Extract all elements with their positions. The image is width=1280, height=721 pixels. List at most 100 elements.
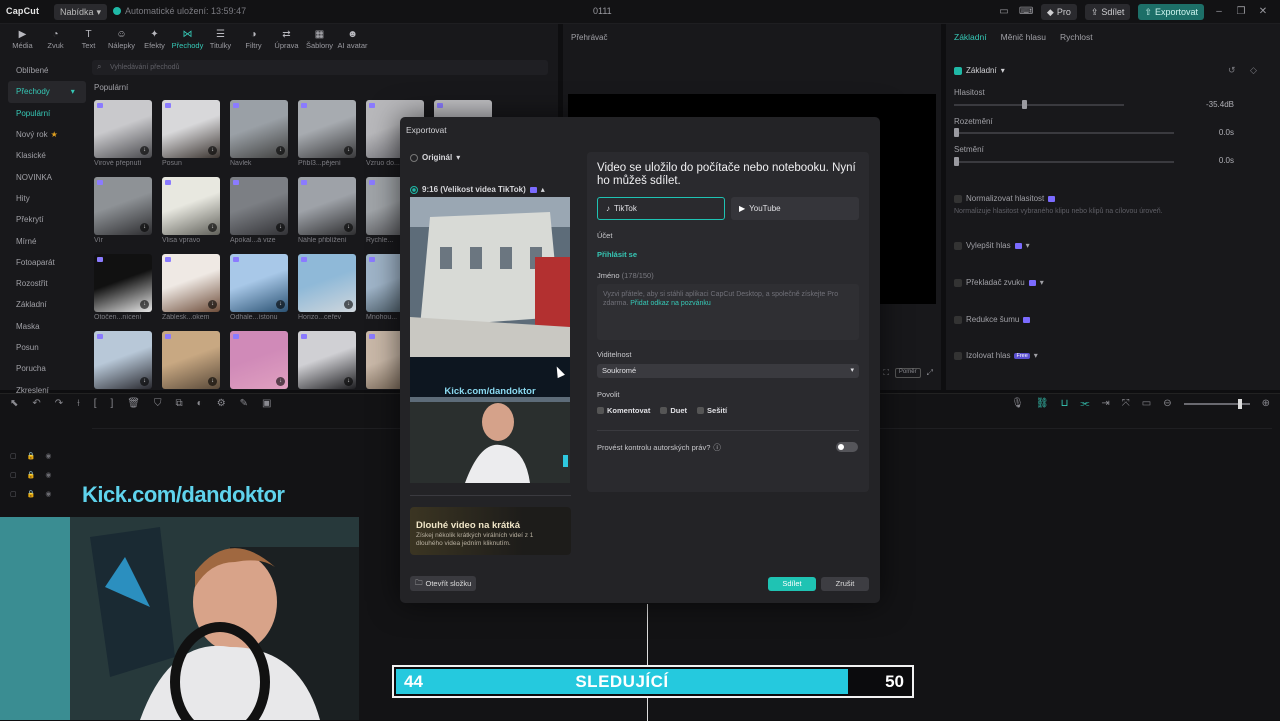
share-button[interactable]: Sdílet [768,577,816,591]
volume-knob[interactable] [1022,100,1027,109]
transition-item[interactable]: ↓ [162,331,220,390]
freeze-icon[interactable]: ▣ [262,398,271,409]
microphone-icon[interactable]: 🎙 [1011,398,1024,409]
allow-comment[interactable]: Komentovat [597,406,650,415]
option-original[interactable]: Originál ▾ [410,153,460,162]
ratio-button[interactable]: Poměr [894,368,921,378]
transition-thumbnail[interactable]: ↓ [298,331,356,389]
isolate-row[interactable]: Izolovat hlas Free ▾ [954,351,1038,360]
eye-icon[interactable]: ◉ [45,490,51,498]
allow-duet[interactable]: Duet [660,406,687,415]
checkbox-duet[interactable] [660,407,668,414]
download-icon[interactable]: ↓ [140,223,149,232]
zoom-slider[interactable] [1183,398,1250,409]
download-icon[interactable]: ↓ [140,146,149,155]
download-icon[interactable]: ↓ [208,377,217,386]
transition-thumbnail[interactable]: ↓ [298,254,356,312]
download-icon[interactable]: ↓ [276,377,285,386]
checkbox-basic[interactable] [954,66,962,75]
normalize-row[interactable]: Normalizovat hlasitost [954,194,1056,203]
transition-thumbnail[interactable]: ↓ [298,177,356,235]
shield-icon[interactable]: ⛉ [154,398,162,409]
tool-sticker[interactable]: ☺ Nálepky [105,28,138,54]
trim-right-icon[interactable]: ] [111,398,114,409]
checkbox-isolate[interactable] [954,351,962,360]
tab-basic[interactable]: Základní [954,32,987,42]
platform-youtube[interactable]: ▶ YouTube [731,197,859,220]
download-icon[interactable]: ↓ [140,300,149,309]
tool-filters[interactable]: ◑ Filtry [237,28,270,54]
maximize-icon[interactable]: ❐ [1234,5,1248,19]
split-icon[interactable]: ⟊ [77,398,80,409]
download-icon[interactable]: ↓ [344,377,353,386]
tool-captions[interactable]: ☰ Titulky [204,28,237,54]
sidebar-item[interactable]: NOVINKA [8,166,86,187]
fadein-value[interactable]: 0.0s [1219,128,1234,137]
transition-thumbnail[interactable]: ↓ [94,100,152,158]
zoom-knob[interactable] [1237,398,1242,409]
transition-item[interactable]: ↓ Vír [94,177,152,249]
select-tool-icon[interactable]: ⬉ [10,398,18,409]
option-916[interactable]: 9:16 (Velikost videa TikTok) ▴ [410,185,545,194]
transition-item[interactable]: ↓ Záblesk...okem [162,254,220,326]
adjust-icon[interactable]: ⚙ [217,398,226,409]
shortcuts-icon[interactable]: ⌨ [1019,5,1033,19]
download-icon[interactable]: ↓ [276,146,285,155]
transition-item[interactable]: ↓ [230,331,288,390]
visibility-select[interactable]: Soukromé ▾ [597,364,859,378]
zoom-out-icon[interactable]: ⊖ [1163,398,1171,409]
transition-thumbnail[interactable]: ↓ [298,100,356,158]
checkbox-stitch[interactable] [697,407,705,414]
open-folder-button[interactable]: 🗀 Otevřít složku [410,576,477,591]
transition-item[interactable]: ↓ Náhle přiblížení [298,177,356,249]
fadein-slider[interactable] [954,128,1174,137]
download-icon[interactable]: ↓ [276,223,285,232]
sidebar-item[interactable]: Porucha [8,358,86,379]
transition-thumbnail[interactable]: ↓ [162,100,220,158]
sidebar-item[interactable]: Mírné [8,230,86,251]
noise-row[interactable]: Redukce šumu [954,315,1031,324]
tool-templates[interactable]: ▦ Šablony [303,28,336,54]
lock-icon[interactable]: 🔒 [27,471,36,479]
playhead[interactable] [647,604,648,721]
platform-tiktok[interactable]: ♪ TikTok [597,197,725,220]
transition-item[interactable]: ↓ Apokal...á vize [230,177,288,249]
mask-icon[interactable]: ◐ [197,398,203,409]
checkbox-translate[interactable] [954,278,962,287]
invite-link[interactable]: Přidat odkaz na pozvánku [630,300,711,307]
sidebar-item[interactable]: Maska [8,316,86,337]
minimize-icon[interactable]: – [1212,5,1226,19]
reset-icon[interactable]: ↺ [1228,65,1236,76]
sidebar-item[interactable]: Hity [8,188,86,209]
transition-item[interactable]: ↓ [298,331,356,390]
sidebar-item[interactable]: Přechody ▾ [8,81,86,103]
eye-icon[interactable]: ◉ [45,452,51,460]
fit-icon[interactable]: ⛶ [883,368,889,378]
transition-item[interactable]: ↓ Posun [162,100,220,172]
download-icon[interactable]: ↓ [344,300,353,309]
transition-thumbnail[interactable]: ↓ [162,177,220,235]
tab-voice-changer[interactable]: Měnič hlasu [1001,32,1046,42]
transition-item[interactable]: ↓ Virové přepnutí [94,100,152,172]
checkbox-normalize[interactable] [954,194,962,203]
transition-thumbnail[interactable]: ↓ [230,254,288,312]
sidebar-item[interactable]: Rozostřit [8,273,86,294]
transition-thumbnail[interactable]: ↓ [94,177,152,235]
transition-thumbnail[interactable]: ↓ [230,100,288,158]
crop-icon[interactable]: ⧉ [176,398,183,409]
layout-icon[interactable]: ▭ [997,5,1011,19]
share-button[interactable]: ⇪ Sdílet [1084,4,1131,20]
eye-icon[interactable]: ◉ [45,471,51,479]
transition-thumbnail[interactable]: ↓ [94,331,152,389]
undo-icon[interactable]: ↶ [32,398,40,409]
allow-stitch[interactable]: Sešití [697,406,727,415]
volume-slider[interactable] [954,100,1124,109]
tool-audio[interactable]: ◔ Zvuk [39,28,72,54]
tool-text[interactable]: T Text [72,28,105,54]
zoom-in-icon[interactable]: ⊕ [1262,398,1270,409]
redo-icon[interactable]: ↷ [55,398,63,409]
info-icon[interactable]: ⓘ [713,442,721,453]
export-button[interactable]: ⇧ Exportovat [1138,4,1204,20]
download-icon[interactable]: ↓ [208,146,217,155]
sidebar-item[interactable]: Nový rok ★ [8,124,86,145]
